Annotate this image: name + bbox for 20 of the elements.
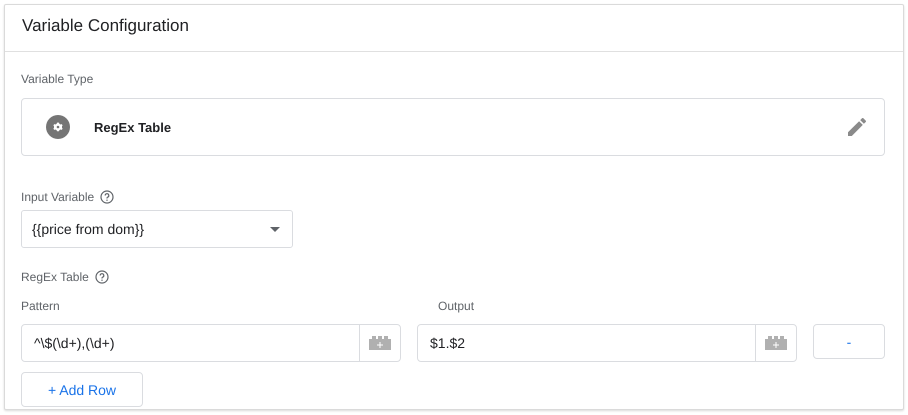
add-row-button[interactable]: + Add Row bbox=[21, 372, 143, 407]
help-icon[interactable] bbox=[94, 270, 109, 284]
field-label: Input Variable bbox=[21, 190, 94, 204]
dropdown-caret-icon bbox=[270, 226, 280, 232]
variable-brick-icon bbox=[369, 336, 391, 350]
gear-icon bbox=[46, 115, 70, 139]
pattern-input-field[interactable]: ^\$(\d+),(\d+) bbox=[21, 324, 401, 362]
field-label: Variable Type bbox=[21, 72, 94, 86]
variable-brick-icon bbox=[765, 336, 787, 350]
output-input-field[interactable]: $1.$2 bbox=[417, 324, 797, 362]
pencil-icon[interactable] bbox=[848, 118, 866, 136]
field-label: RegEx Table bbox=[21, 270, 89, 284]
variable-type-card[interactable]: RegEx Table bbox=[21, 98, 885, 156]
panel-title: Variable Configuration bbox=[22, 16, 189, 36]
input-variable-dropdown[interactable]: {{price from dom}} bbox=[21, 210, 293, 248]
variable-type-name: RegEx Table bbox=[94, 120, 172, 134]
help-icon[interactable] bbox=[100, 190, 114, 204]
column-header: Pattern bbox=[21, 299, 60, 313]
column-header: Output bbox=[438, 299, 474, 313]
remove-row-button[interactable]: - bbox=[813, 324, 885, 359]
